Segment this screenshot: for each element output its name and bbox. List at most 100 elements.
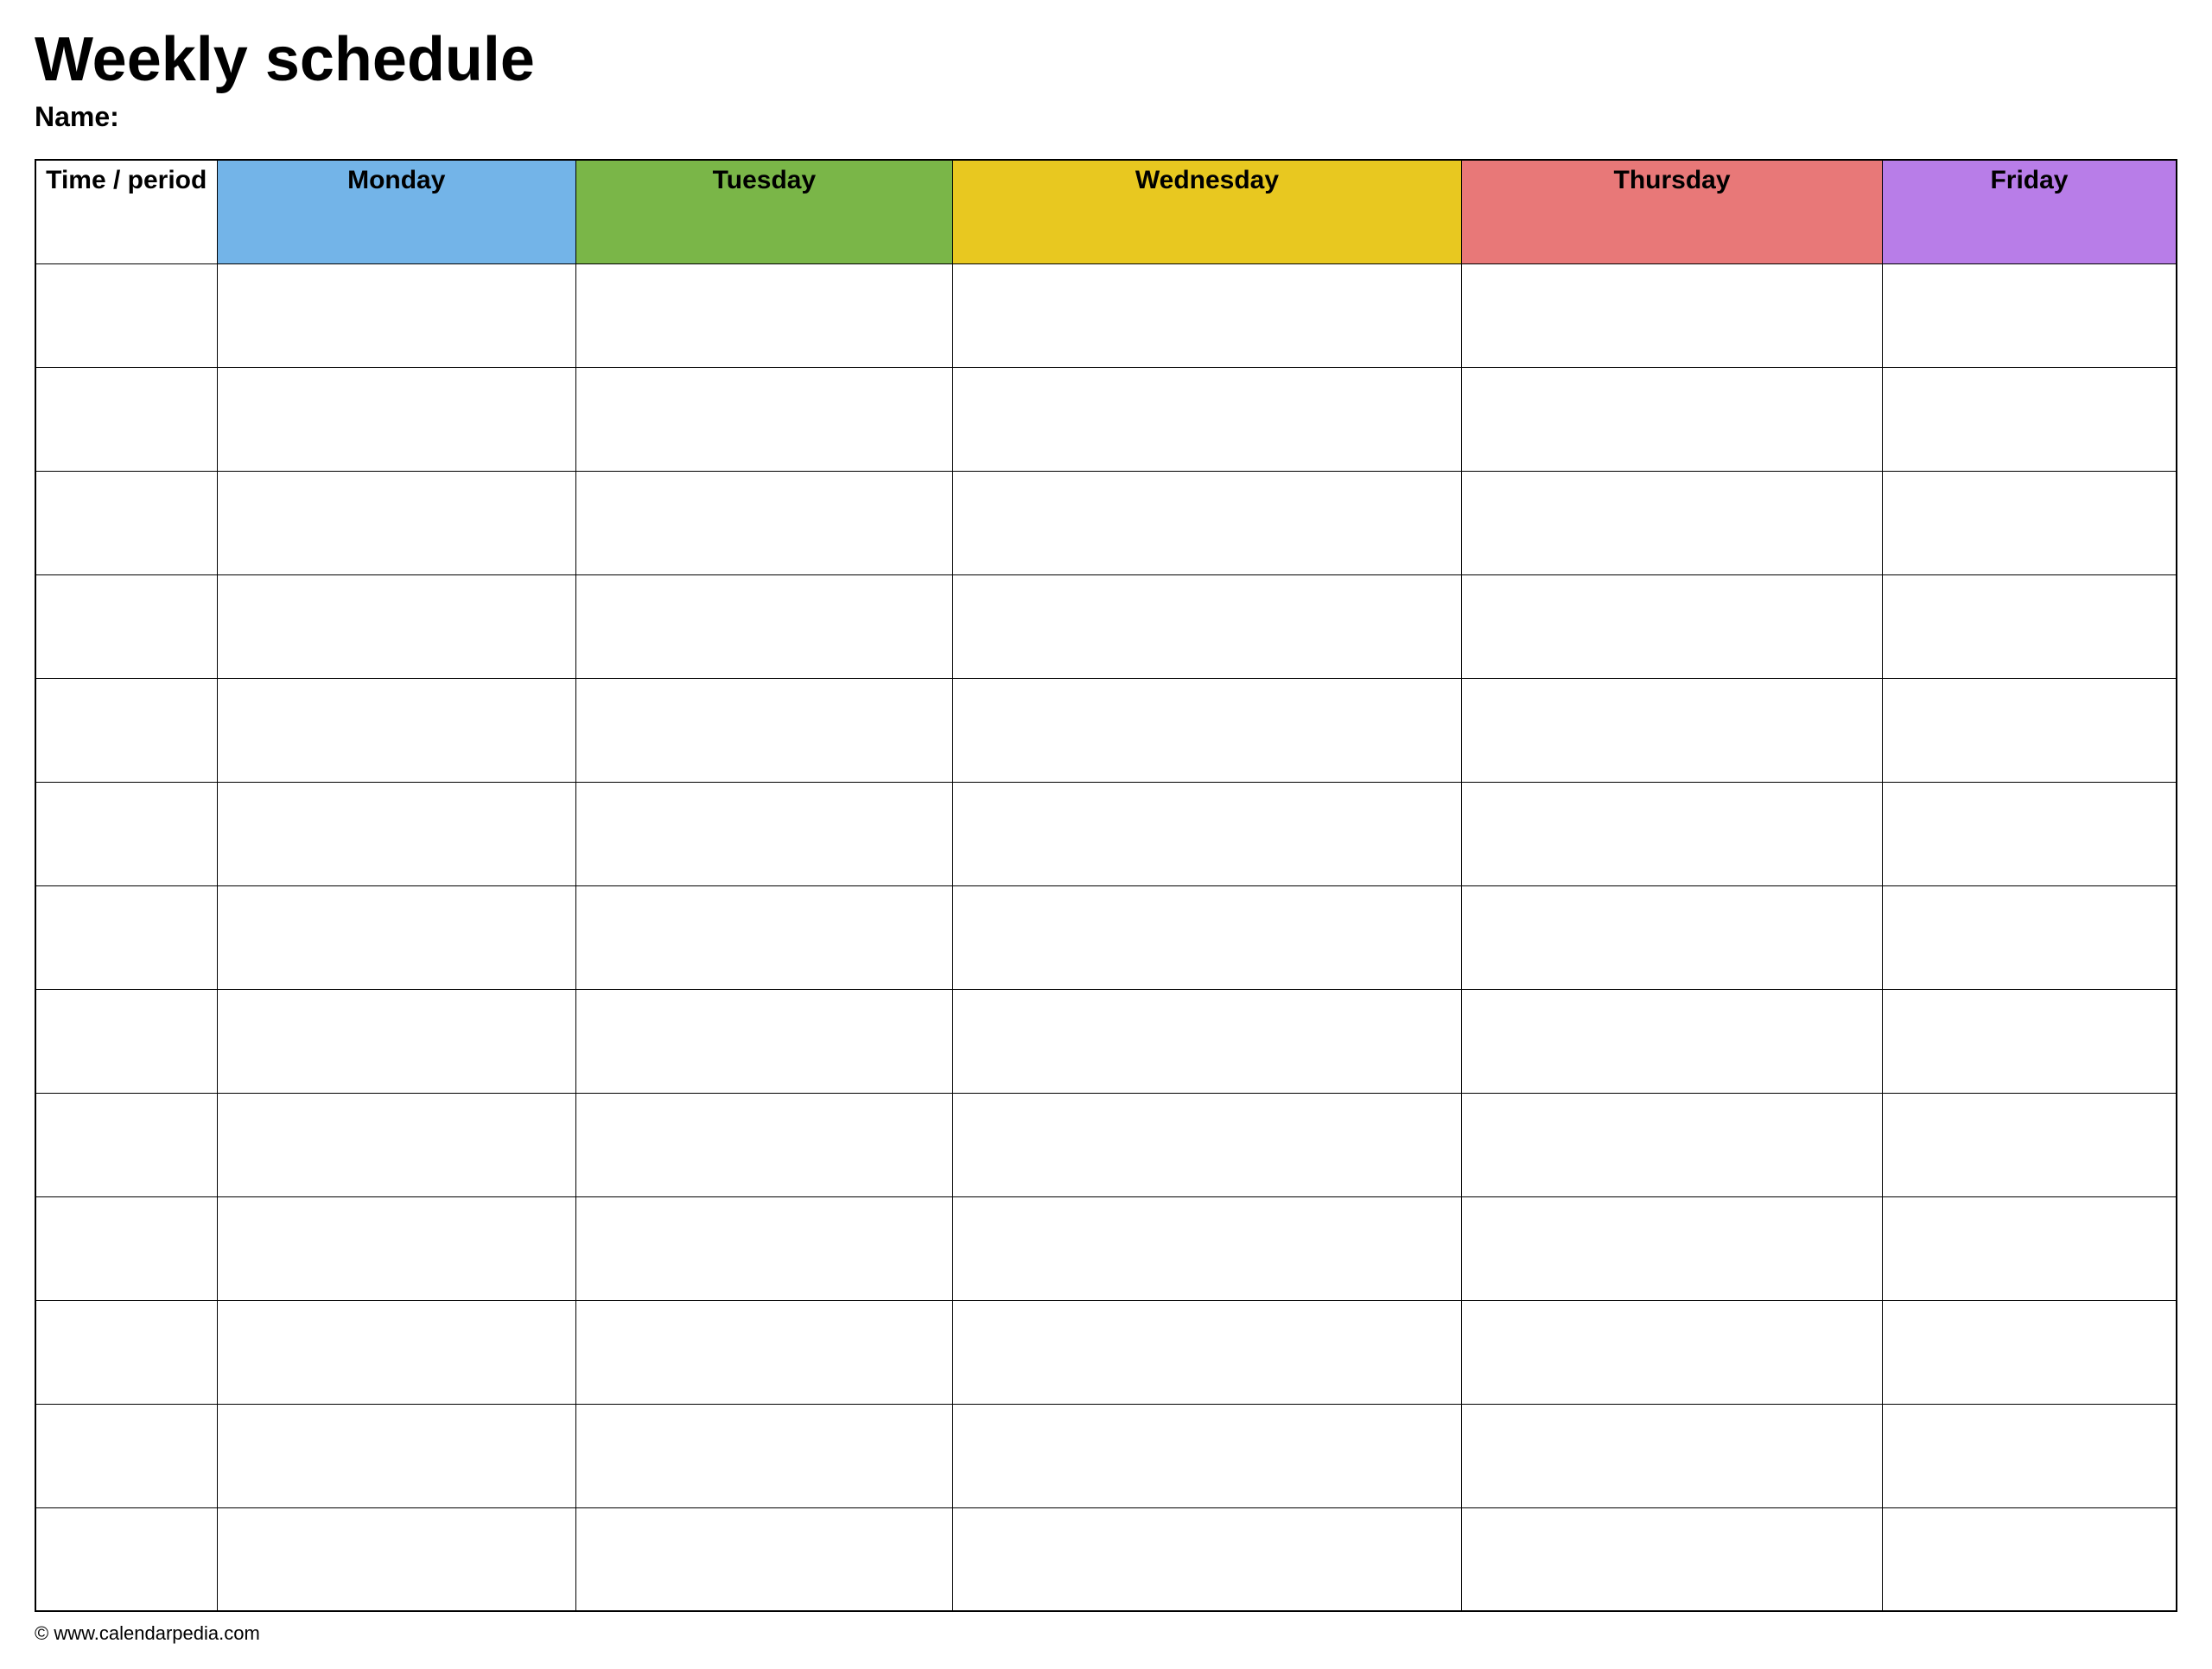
cell-wednesday-row8[interactable] <box>952 1093 1461 1196</box>
cell-tuesday-row0[interactable] <box>576 263 953 367</box>
cell-friday-row6[interactable] <box>1882 885 2177 989</box>
cell-wednesday-row10[interactable] <box>952 1300 1461 1404</box>
cell-thursday-row1[interactable] <box>1462 367 1883 471</box>
cell-wednesday-row12[interactable] <box>952 1507 1461 1611</box>
table-row <box>35 678 2177 782</box>
col-header-thursday: Thursday <box>1462 160 1883 263</box>
cell-friday-row5[interactable] <box>1882 782 2177 885</box>
time-cell[interactable] <box>35 263 217 367</box>
table-row <box>35 471 2177 574</box>
table-row <box>35 782 2177 885</box>
cell-monday-row1[interactable] <box>217 367 576 471</box>
cell-thursday-row7[interactable] <box>1462 989 1883 1093</box>
table-row <box>35 1404 2177 1507</box>
cell-monday-row9[interactable] <box>217 1196 576 1300</box>
time-cell[interactable] <box>35 678 217 782</box>
cell-tuesday-row10[interactable] <box>576 1300 953 1404</box>
time-cell[interactable] <box>35 574 217 678</box>
cell-thursday-row4[interactable] <box>1462 678 1883 782</box>
cell-monday-row0[interactable] <box>217 263 576 367</box>
cell-monday-row4[interactable] <box>217 678 576 782</box>
footer-copyright: © www.calendarpedia.com <box>35 1622 2177 1645</box>
col-header-tuesday: Tuesday <box>576 160 953 263</box>
cell-friday-row10[interactable] <box>1882 1300 2177 1404</box>
cell-tuesday-row3[interactable] <box>576 574 953 678</box>
cell-friday-row0[interactable] <box>1882 263 2177 367</box>
time-cell[interactable] <box>35 1507 217 1611</box>
cell-wednesday-row2[interactable] <box>952 471 1461 574</box>
table-row <box>35 1507 2177 1611</box>
time-cell[interactable] <box>35 885 217 989</box>
cell-monday-row8[interactable] <box>217 1093 576 1196</box>
cell-tuesday-row9[interactable] <box>576 1196 953 1300</box>
cell-thursday-row9[interactable] <box>1462 1196 1883 1300</box>
table-row <box>35 989 2177 1093</box>
cell-tuesday-row5[interactable] <box>576 782 953 885</box>
cell-monday-row12[interactable] <box>217 1507 576 1611</box>
cell-thursday-row8[interactable] <box>1462 1093 1883 1196</box>
cell-wednesday-row11[interactable] <box>952 1404 1461 1507</box>
cell-monday-row3[interactable] <box>217 574 576 678</box>
cell-wednesday-row1[interactable] <box>952 367 1461 471</box>
cell-wednesday-row0[interactable] <box>952 263 1461 367</box>
page-title: Weekly schedule <box>35 26 2177 94</box>
time-cell[interactable] <box>35 782 217 885</box>
schedule-table: Time / period Monday Tuesday Wednesday T… <box>35 159 2177 1612</box>
cell-tuesday-row7[interactable] <box>576 989 953 1093</box>
table-row <box>35 1196 2177 1300</box>
cell-tuesday-row2[interactable] <box>576 471 953 574</box>
cell-thursday-row2[interactable] <box>1462 471 1883 574</box>
time-cell[interactable] <box>35 989 217 1093</box>
cell-thursday-row6[interactable] <box>1462 885 1883 989</box>
cell-friday-row3[interactable] <box>1882 574 2177 678</box>
cell-monday-row10[interactable] <box>217 1300 576 1404</box>
cell-monday-row6[interactable] <box>217 885 576 989</box>
cell-friday-row7[interactable] <box>1882 989 2177 1093</box>
cell-wednesday-row9[interactable] <box>952 1196 1461 1300</box>
cell-wednesday-row6[interactable] <box>952 885 1461 989</box>
time-cell[interactable] <box>35 1404 217 1507</box>
time-cell[interactable] <box>35 1300 217 1404</box>
table-row <box>35 574 2177 678</box>
cell-tuesday-row6[interactable] <box>576 885 953 989</box>
cell-wednesday-row4[interactable] <box>952 678 1461 782</box>
cell-monday-row7[interactable] <box>217 989 576 1093</box>
time-cell[interactable] <box>35 367 217 471</box>
cell-tuesday-row8[interactable] <box>576 1093 953 1196</box>
cell-tuesday-row4[interactable] <box>576 678 953 782</box>
table-row <box>35 263 2177 367</box>
cell-friday-row11[interactable] <box>1882 1404 2177 1507</box>
cell-wednesday-row7[interactable] <box>952 989 1461 1093</box>
cell-tuesday-row11[interactable] <box>576 1404 953 1507</box>
cell-friday-row2[interactable] <box>1882 471 2177 574</box>
cell-thursday-row0[interactable] <box>1462 263 1883 367</box>
cell-friday-row12[interactable] <box>1882 1507 2177 1611</box>
cell-tuesday-row12[interactable] <box>576 1507 953 1611</box>
cell-friday-row4[interactable] <box>1882 678 2177 782</box>
col-header-friday: Friday <box>1882 160 2177 263</box>
cell-thursday-row3[interactable] <box>1462 574 1883 678</box>
name-label: Name: <box>35 101 2177 133</box>
table-row <box>35 1300 2177 1404</box>
time-cell[interactable] <box>35 1093 217 1196</box>
cell-tuesday-row1[interactable] <box>576 367 953 471</box>
cell-thursday-row10[interactable] <box>1462 1300 1883 1404</box>
cell-thursday-row5[interactable] <box>1462 782 1883 885</box>
cell-monday-row11[interactable] <box>217 1404 576 1507</box>
col-header-time: Time / period <box>35 160 217 263</box>
cell-wednesday-row3[interactable] <box>952 574 1461 678</box>
table-row <box>35 367 2177 471</box>
cell-monday-row5[interactable] <box>217 782 576 885</box>
cell-friday-row9[interactable] <box>1882 1196 2177 1300</box>
cell-friday-row8[interactable] <box>1882 1093 2177 1196</box>
cell-wednesday-row5[interactable] <box>952 782 1461 885</box>
table-row <box>35 885 2177 989</box>
time-cell[interactable] <box>35 1196 217 1300</box>
cell-thursday-row12[interactable] <box>1462 1507 1883 1611</box>
col-header-monday: Monday <box>217 160 576 263</box>
cell-friday-row1[interactable] <box>1882 367 2177 471</box>
cell-monday-row2[interactable] <box>217 471 576 574</box>
table-row <box>35 1093 2177 1196</box>
cell-thursday-row11[interactable] <box>1462 1404 1883 1507</box>
time-cell[interactable] <box>35 471 217 574</box>
